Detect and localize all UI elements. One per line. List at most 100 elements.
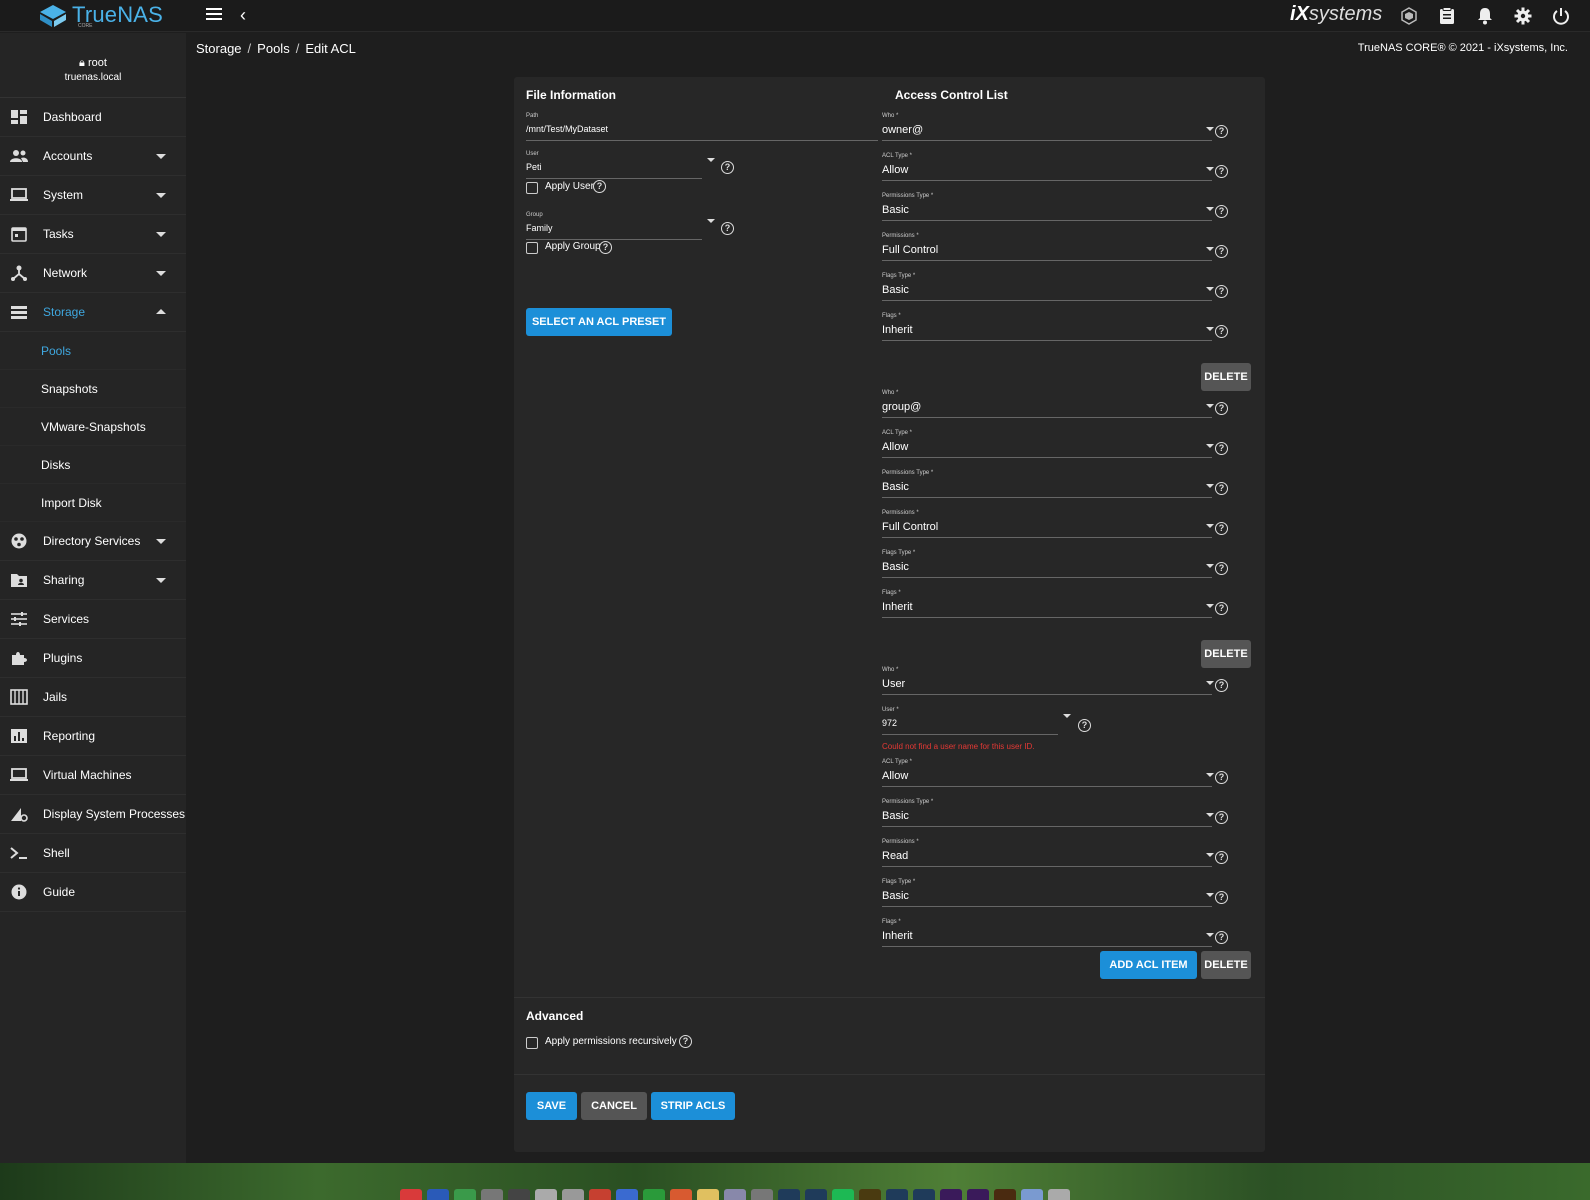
sidebar-item-network[interactable]: Network — [0, 254, 186, 293]
acl-perm-type-help-icon[interactable]: ? — [1215, 482, 1228, 495]
acl-acl-type-select[interactable]: ACL Type * Allow — [882, 153, 1214, 181]
acl-flags-select[interactable]: Flags * Inherit — [882, 590, 1214, 618]
acl-who-help-icon[interactable]: ? — [1215, 679, 1228, 692]
acl-perms-help-icon[interactable]: ? — [1215, 245, 1228, 258]
acl-perms-select[interactable]: Permissions * Full Control — [882, 510, 1214, 538]
delete-acl-item-button[interactable]: DELETE — [1201, 640, 1251, 668]
collapse-sidebar-icon[interactable]: ‹ — [240, 5, 246, 25]
acl-flags-type-select[interactable]: Flags Type * Basic — [882, 879, 1214, 907]
acl-flags-type-help-icon[interactable]: ? — [1215, 285, 1228, 298]
user-select[interactable]: User Peti — [526, 151, 715, 179]
sidebar-item-reporting[interactable]: Reporting — [0, 717, 186, 756]
acl-perm-type-select[interactable]: Permissions Type * Basic — [882, 470, 1214, 498]
dock-app-icon[interactable] — [1048, 1189, 1070, 1200]
dock-app-icon[interactable] — [913, 1189, 935, 1200]
acl-flags-select[interactable]: Flags * Inherit — [882, 919, 1214, 947]
acl-acl-type-help-icon[interactable]: ? — [1215, 771, 1228, 784]
cancel-button[interactable]: CANCEL — [581, 1092, 647, 1120]
apply-group-checkbox[interactable] — [526, 242, 538, 254]
breadcrumb-pools[interactable]: Pools — [257, 41, 290, 56]
dock-app-icon[interactable] — [778, 1189, 800, 1200]
apply-user-checkbox[interactable] — [526, 182, 538, 194]
acl-acl-type-select[interactable]: ACL Type * Allow — [882, 759, 1214, 787]
acl-flags-type-help-icon[interactable]: ? — [1215, 562, 1228, 575]
sidebar-item-storage[interactable]: Storage — [0, 293, 186, 332]
sidebar-item-jails[interactable]: Jails — [0, 678, 186, 717]
sidebar-subitem-vmware-snapshots[interactable]: VMware-Snapshots — [0, 408, 186, 446]
sidebar-item-display-system-processes[interactable]: Display System Processes — [0, 795, 186, 834]
acl-perm-type-select[interactable]: Permissions Type * Basic — [882, 799, 1214, 827]
sidebar-subitem-disks[interactable]: Disks — [0, 446, 186, 484]
acl-flags-select[interactable]: Flags * Inherit — [882, 313, 1214, 341]
acl-acl-type-help-icon[interactable]: ? — [1215, 165, 1228, 178]
acl-who-help-icon[interactable]: ? — [1215, 125, 1228, 138]
strip-acls-button[interactable]: STRIP ACLS — [651, 1092, 735, 1120]
sidebar-item-dashboard[interactable]: Dashboard — [0, 98, 186, 137]
apply-group-help-icon[interactable]: ? — [599, 241, 612, 254]
acl-perms-help-icon[interactable]: ? — [1215, 851, 1228, 864]
power-icon[interactable] — [1550, 5, 1572, 27]
acl-perms-select[interactable]: Permissions * Full Control — [882, 233, 1214, 261]
acl-acl-type-help-icon[interactable]: ? — [1215, 442, 1228, 455]
dock-app-icon[interactable] — [832, 1189, 854, 1200]
bell-icon[interactable] — [1474, 5, 1496, 27]
sidebar-item-plugins[interactable]: Plugins — [0, 639, 186, 678]
apply-user-help-icon[interactable]: ? — [593, 180, 606, 193]
dock-app-icon[interactable] — [751, 1189, 773, 1200]
acl-flags-help-icon[interactable]: ? — [1215, 931, 1228, 944]
acl-perm-type-help-icon[interactable]: ? — [1215, 811, 1228, 824]
acl-perm-type-help-icon[interactable]: ? — [1215, 205, 1228, 218]
sidebar-subitem-pools[interactable]: Pools — [0, 332, 186, 370]
apply-recursively-checkbox[interactable] — [526, 1037, 538, 1049]
dock-app-icon[interactable] — [805, 1189, 827, 1200]
dock-app-icon[interactable] — [940, 1189, 962, 1200]
dock-app-icon[interactable] — [400, 1189, 422, 1200]
dock-app-icon[interactable] — [508, 1189, 530, 1200]
dock-app-icon[interactable] — [589, 1189, 611, 1200]
gear-icon[interactable] — [1512, 5, 1534, 27]
acl-who-select[interactable]: Who * group@ — [882, 390, 1214, 418]
dock-app-icon[interactable] — [427, 1189, 449, 1200]
dock-app-icon[interactable] — [724, 1189, 746, 1200]
sidebar-item-sharing[interactable]: Sharing — [0, 561, 186, 600]
apply-recursively-help-icon[interactable]: ? — [679, 1035, 692, 1048]
sidebar-item-shell[interactable]: Shell — [0, 834, 186, 873]
dock-app-icon[interactable] — [886, 1189, 908, 1200]
sidebar-item-virtual-machines[interactable]: Virtual Machines — [0, 756, 186, 795]
dock-app-icon[interactable] — [616, 1189, 638, 1200]
delete-acl-item-button[interactable]: DELETE — [1201, 363, 1251, 391]
acl-who-select[interactable]: Who * owner@ — [882, 113, 1214, 141]
truenas-logo[interactable]: TrueNAS CORE — [38, 3, 163, 29]
acl-who-help-icon[interactable]: ? — [1215, 402, 1228, 415]
dock-app-icon[interactable] — [967, 1189, 989, 1200]
acl-perm-type-select[interactable]: Permissions Type * Basic — [882, 193, 1214, 221]
dock-app-icon[interactable] — [1021, 1189, 1043, 1200]
acl-flags-type-help-icon[interactable]: ? — [1215, 891, 1228, 904]
sidebar-item-directory-services[interactable]: Directory Services — [0, 522, 186, 561]
delete-acl-item-button[interactable]: DELETE — [1201, 951, 1251, 979]
acl-perms-help-icon[interactable]: ? — [1215, 522, 1228, 535]
acl-acl-type-select[interactable]: ACL Type * Allow — [882, 430, 1214, 458]
acl-who-select[interactable]: Who * User — [882, 667, 1214, 695]
sidebar-item-system[interactable]: System — [0, 176, 186, 215]
dock-app-icon[interactable] — [562, 1189, 584, 1200]
acl-perms-select[interactable]: Permissions * Read — [882, 839, 1214, 867]
sidebar-item-accounts[interactable]: Accounts — [0, 137, 186, 176]
select-acl-preset-button[interactable]: SELECT AN ACL PRESET — [526, 308, 672, 336]
group-help-icon[interactable]: ? — [721, 222, 734, 235]
acl-flags-help-icon[interactable]: ? — [1215, 325, 1228, 338]
acl-user-help-icon[interactable]: ? — [1078, 719, 1091, 732]
dock-app-icon[interactable] — [454, 1189, 476, 1200]
sidebar-item-services[interactable]: Services — [0, 600, 186, 639]
add-acl-item-button[interactable]: ADD ACL ITEM — [1100, 951, 1197, 979]
dock-app-icon[interactable] — [697, 1189, 719, 1200]
dock-app-icon[interactable] — [670, 1189, 692, 1200]
acl-flags-help-icon[interactable]: ? — [1215, 602, 1228, 615]
breadcrumb-storage[interactable]: Storage — [196, 41, 242, 56]
sidebar-subitem-snapshots[interactable]: Snapshots — [0, 370, 186, 408]
sidebar-item-guide[interactable]: Guide — [0, 873, 186, 912]
group-select[interactable]: Group Family — [526, 212, 715, 240]
user-help-icon[interactable]: ? — [721, 161, 734, 174]
clipboard-icon[interactable] — [1436, 5, 1458, 27]
acl-user-select[interactable]: User * 972 — [882, 707, 1071, 735]
